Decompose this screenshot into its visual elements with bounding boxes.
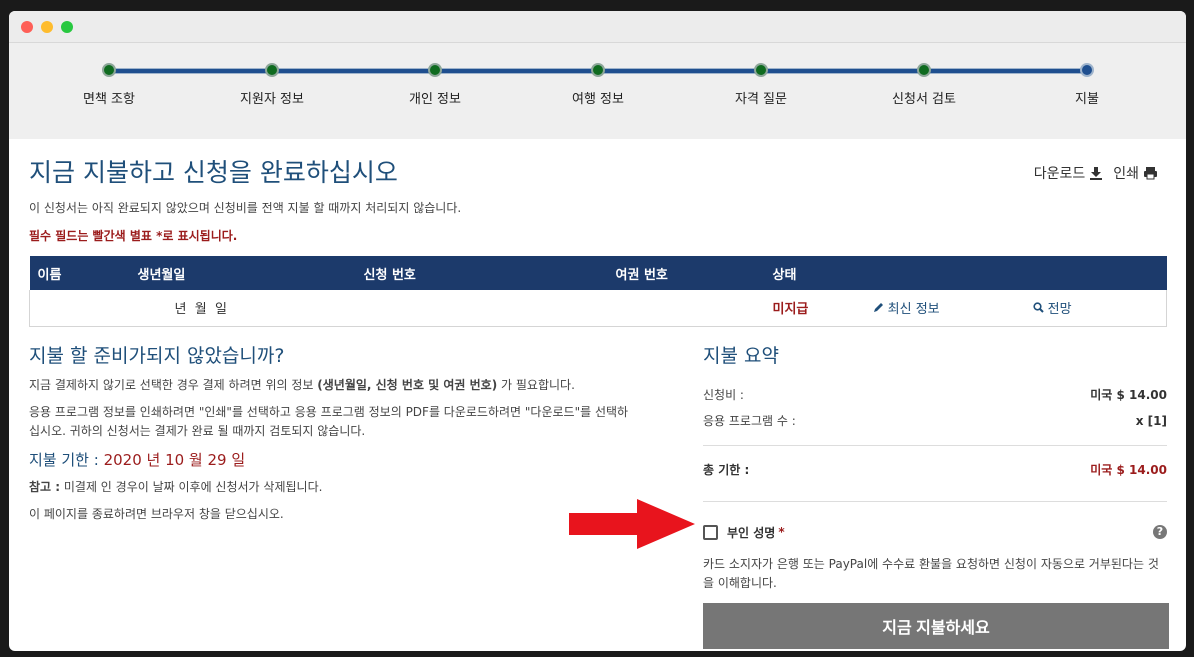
table-header-row: 이름 생년월일 신청 번호 여권 번호 상태	[29, 256, 1167, 290]
step-eligibility[interactable]: 자격 질문	[681, 63, 841, 107]
header-name: 이름	[29, 256, 130, 290]
count-row: 응용 프로그램 수 : x [1]	[703, 408, 1167, 434]
print-button[interactable]: 인쇄	[1113, 163, 1158, 183]
step-travel-info[interactable]: 여행 정보	[518, 63, 678, 107]
disclaimer-text: 카드 소지자가 은행 또는 PayPal에 수수료 환불을 요청하면 신청이 자…	[703, 556, 1159, 590]
not-ready-section: 지불 할 준비가되지 않았습니까? 지금 결제하지 않기로 선택한 경우 결제 …	[29, 341, 629, 649]
step-review[interactable]: 신청서 검토	[844, 63, 1004, 107]
print-label: 인쇄	[1113, 166, 1139, 182]
view-link[interactable]: 전망	[1032, 302, 1072, 318]
disclaimer-checkbox-row: 부인 성명 * ?	[703, 524, 1167, 541]
step-node	[102, 63, 116, 77]
download-label: 다운로드	[1033, 166, 1086, 182]
total-label: 총 기한 :	[703, 463, 750, 477]
header-dob: 생년월일	[129, 256, 356, 290]
header-passport-number: 여권 번호	[607, 256, 765, 290]
cell-update: 최신 정보	[864, 290, 1025, 327]
fee-row: 신청비 : 미국 $ 14.00	[703, 382, 1167, 408]
step-node	[591, 63, 605, 77]
step-label: 신청서 검토	[892, 92, 956, 107]
step-applicant-info[interactable]: 지원자 정보	[192, 63, 352, 107]
count-value: x [1]	[1135, 413, 1167, 428]
application-table: 이름 생년월일 신청 번호 여권 번호 상태 년 월 일 미지급 최신 정보 전…	[29, 256, 1167, 327]
note-paragraph: 참고 : 미결제 인 경우이 날짜 이후에 신청서가 삭제됩니다.	[29, 478, 629, 497]
disclaimer-label[interactable]: 부인 성명	[727, 524, 775, 541]
save-info-fields: (생년월일, 신청 번호 및 여권 번호)	[317, 377, 498, 392]
pay-now-button[interactable]: 지금 지불하세요	[703, 602, 1169, 649]
save-info-text: 지금 결제하지 않기로 선택한 경우 결제 하려면 위의 정보	[29, 377, 318, 392]
due-date: 2020 년 10 월 29 일	[103, 450, 246, 469]
main-content: 다운로드 인쇄 지금 지불하고 신청을 완료하십시오 이 신청서는 아직 완료되…	[9, 153, 1186, 649]
minimize-window-button[interactable]	[41, 21, 53, 33]
step-node	[265, 63, 279, 77]
cell-application-number	[355, 290, 608, 327]
required-field-note: 필수 필드는 빨간색 별표 *로 표시됩니다.	[29, 229, 238, 243]
page-title: 지금 지불하고 신청을 완료하십시오	[29, 158, 398, 187]
view-label: 전망	[1047, 302, 1072, 318]
step-disclaimer[interactable]: 면책 조항	[29, 63, 189, 107]
step-label: 지원자 정보	[240, 92, 304, 107]
summary-divider	[703, 444, 1167, 446]
total-row: 총 기한 : 미국 $ 14.00	[703, 450, 1167, 490]
download-icon	[1090, 167, 1103, 180]
top-actions: 다운로드 인쇄	[1034, 163, 1158, 183]
count-label: 응용 프로그램 수 :	[703, 414, 796, 428]
required-star: *	[778, 525, 785, 539]
cell-name	[29, 290, 130, 327]
payment-summary: 지불 요약 신청비 : 미국 $ 14.00 응용 프로그램 수 : x [1] 총…	[703, 341, 1169, 649]
fee-label: 신청비 :	[703, 388, 744, 402]
pencil-icon	[873, 303, 883, 313]
update-info-label: 최신 정보	[887, 302, 940, 318]
title-bar	[9, 11, 1186, 43]
close-window-button[interactable]	[21, 21, 33, 33]
save-info-text-end: 가 필요합니다.	[497, 377, 575, 392]
step-personal-info[interactable]: 개인 정보	[355, 63, 515, 107]
header-blank	[864, 256, 1025, 290]
help-icon[interactable]: ?	[1153, 525, 1167, 539]
cell-dob: 년 월 일	[129, 290, 356, 327]
step-node	[917, 63, 931, 77]
step-label: 개인 정보	[409, 92, 461, 107]
maximize-window-button[interactable]	[61, 21, 73, 33]
cell-status: 미지급	[764, 290, 865, 327]
payment-due: 지불 기한 : 2020 년 10 월 29 일	[29, 449, 629, 470]
note-text: 미결제 인 경우이 날짜 이후에 신청서가 삭제됩니다.	[60, 479, 323, 494]
print-download-paragraph: 응용 프로그램 정보를 인쇄하려면 "인쇄"를 선택하고 응용 프로그램 정보의…	[29, 404, 629, 438]
total-value: 미국 $ 14.00	[1090, 463, 1167, 477]
note-label: 참고 :	[29, 479, 61, 494]
close-browser-note: 이 페이지를 종료하려면 브라우저 창을 닫으십시오.	[29, 506, 284, 521]
due-label: 지불 기한 :	[29, 450, 104, 469]
cell-passport-number	[607, 290, 765, 327]
cell-view: 전망	[1024, 290, 1167, 327]
step-node-current	[1080, 63, 1094, 77]
red-arrow-icon	[569, 499, 695, 549]
header-application-number: 신청 번호	[355, 256, 608, 290]
step-label: 면책 조항	[83, 92, 135, 107]
search-icon	[1032, 302, 1044, 313]
print-icon	[1144, 167, 1157, 180]
step-node	[428, 63, 442, 77]
summary-divider	[703, 500, 1167, 502]
progress-tracker: 면책 조항 지원자 정보 개인 정보 여행 정보 자격 질문 신청서 검토 지불	[9, 43, 1186, 139]
header-status: 상태	[764, 256, 865, 290]
step-payment[interactable]: 지불	[1007, 63, 1167, 107]
step-label: 지불	[1075, 92, 1099, 107]
disclaimer-checkbox[interactable]	[703, 524, 718, 540]
save-info-paragraph: 지금 결제하지 않기로 선택한 경우 결제 하려면 위의 정보 (생년월일, 신…	[29, 376, 629, 395]
step-label: 여행 정보	[572, 92, 624, 107]
step-label: 자격 질문	[735, 92, 787, 107]
table-row: 년 월 일 미지급 최신 정보 전망	[29, 290, 1167, 327]
summary-heading: 지불 요약	[703, 344, 779, 367]
page-subtitle: 이 신청서는 아직 완료되지 않았으며 신청비를 전액 지불 할 때까지 처리되…	[29, 201, 462, 215]
update-info-link[interactable]: 최신 정보	[873, 302, 940, 317]
step-node	[754, 63, 768, 77]
header-blank	[1024, 256, 1167, 290]
not-ready-heading: 지불 할 준비가되지 않았습니까?	[29, 344, 285, 367]
browser-window: 면책 조항 지원자 정보 개인 정보 여행 정보 자격 질문 신청서 검토 지불…	[9, 11, 1186, 651]
fee-value: 미국 $ 14.00	[1090, 388, 1167, 402]
download-button[interactable]: 다운로드	[1034, 163, 1104, 183]
